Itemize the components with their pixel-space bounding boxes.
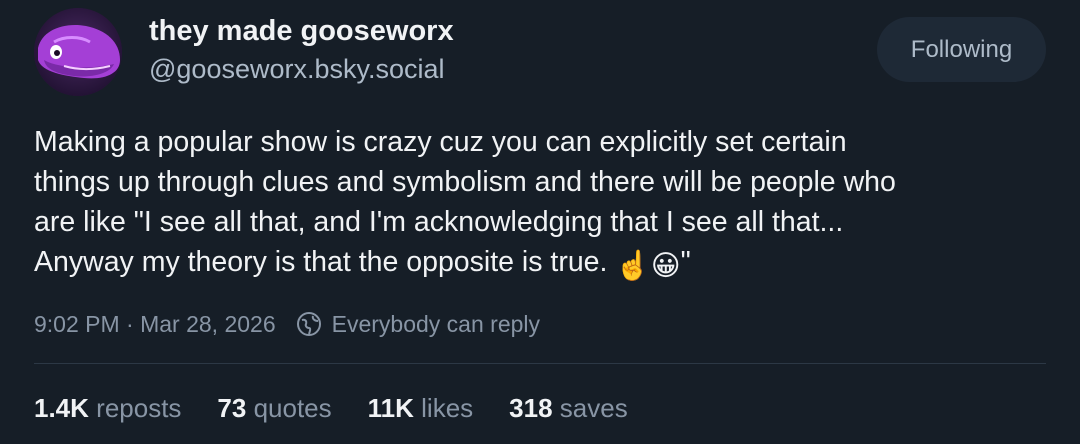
following-button[interactable]: Following xyxy=(877,17,1046,82)
post-timestamp[interactable]: 9:02 PM · Mar 28, 2026 xyxy=(34,311,276,338)
likes-stat[interactable]: 11K likes xyxy=(368,393,474,424)
author-display-name[interactable]: they made gooseworx xyxy=(149,15,454,48)
likes-count: 11K xyxy=(367,393,414,423)
quotes-stat[interactable]: 73 quotes xyxy=(217,393,331,424)
post-text-line: Making a popular show is crazy cuz you c… xyxy=(34,126,847,158)
reposts-stat[interactable]: 1.4K reposts xyxy=(34,393,181,424)
post-text: Making a popular show is crazy cuz you c… xyxy=(34,122,1054,286)
saves-stat[interactable]: 318 saves xyxy=(509,393,628,424)
globe-icon xyxy=(296,312,321,336)
author-handle[interactable]: @gooseworx.bsky.social xyxy=(149,54,445,85)
reply-setting[interactable]: Everybody can reply xyxy=(296,311,540,338)
saves-label: saves xyxy=(559,393,628,423)
reply-setting-label: Everybody can reply xyxy=(331,310,541,337)
pointing-up-emoji: ☝️ xyxy=(615,250,651,282)
post-meta: 9:02 PM · Mar 28, 2026 Everybody can rep… xyxy=(34,308,540,340)
saves-count: 318 xyxy=(509,393,553,423)
quotes-count: 73 xyxy=(217,393,247,423)
reposts-label: reposts xyxy=(96,393,182,423)
post-text-line: things up through clues and symbolism an… xyxy=(34,166,896,198)
avatar-creature-image xyxy=(34,8,122,96)
reposts-count: 1.4K xyxy=(34,393,89,423)
likes-label: likes xyxy=(421,393,474,423)
grinning-face-emoji: 😀 xyxy=(650,250,681,282)
post-text-line-last: Anyway my theory is that the opposite is… xyxy=(34,242,1054,286)
post-thread-view: they made gooseworx @gooseworx.bsky.soci… xyxy=(0,0,1080,444)
divider xyxy=(34,363,1046,364)
avatar[interactable] xyxy=(34,8,122,96)
engagement-stats: 1.4K reposts 73 quotes 11K likes 318 sav… xyxy=(34,393,664,424)
post-text-line: are like "I see all that, and I'm acknow… xyxy=(34,206,844,238)
closing-quote: " xyxy=(680,246,691,278)
quotes-label: quotes xyxy=(253,393,332,423)
post-text-line: Anyway my theory is that the opposite is… xyxy=(34,246,608,278)
